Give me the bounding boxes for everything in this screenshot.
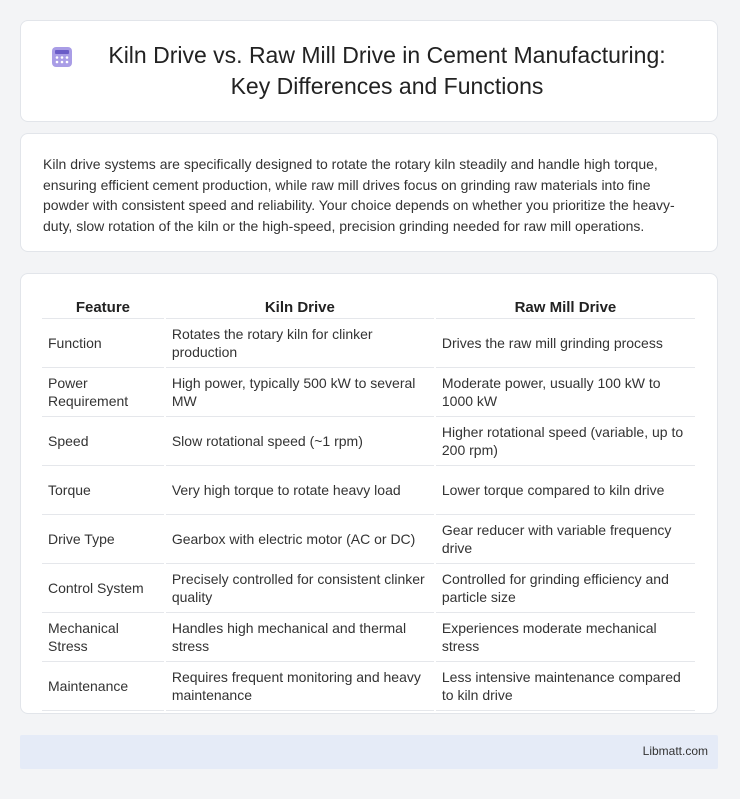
kiln-drive-cell: Precisely controlled for consistent clin…: [165, 564, 434, 613]
comparison-table: Feature Kiln Drive Raw Mill Drive Functi…: [40, 294, 697, 711]
table-row: Drive Type Gearbox with electric motor (…: [42, 515, 695, 564]
table-row: Function Rotates the rotary kiln for cli…: [42, 319, 695, 368]
page-title: Kiln Drive vs. Raw Mill Drive in Cement …: [108, 42, 666, 99]
raw-mill-drive-cell: Lower torque compared to kiln drive: [435, 466, 695, 515]
intro-paragraph: Kiln drive systems are specifically desi…: [43, 156, 675, 234]
intro-card: Kiln drive systems are specifically desi…: [20, 133, 718, 252]
feature-cell: Speed: [42, 417, 164, 466]
feature-cell: Drive Type: [42, 515, 164, 564]
feature-cell: Mechanical Stress: [42, 613, 164, 662]
table-row: Torque Very high torque to rotate heavy …: [42, 466, 695, 515]
feature-cell: Function: [42, 319, 164, 368]
kiln-drive-cell: Handles high mechanical and thermal stre…: [165, 613, 434, 662]
kiln-drive-cell: High power, typically 500 kW to several …: [165, 368, 434, 417]
kiln-drive-cell: Requires frequent monitoring and heavy m…: [165, 662, 434, 711]
raw-mill-drive-cell: Less intensive maintenance compared to k…: [435, 662, 695, 711]
table-row: Mechanical Stress Handles high mechanica…: [42, 613, 695, 662]
feature-cell: Maintenance: [42, 662, 164, 711]
table-row: Speed Slow rotational speed (~1 rpm) Hig…: [42, 417, 695, 466]
raw-mill-drive-cell: Higher rotational speed (variable, up to…: [435, 417, 695, 466]
calculator-icon: [52, 47, 72, 67]
raw-mill-drive-cell: Moderate power, usually 100 kW to 1000 k…: [435, 368, 695, 417]
header-feature: Feature: [42, 294, 164, 319]
table-row: Control System Precisely controlled for …: [42, 564, 695, 613]
comparison-table-card: Feature Kiln Drive Raw Mill Drive Functi…: [20, 273, 718, 714]
feature-cell: Control System: [42, 564, 164, 613]
kiln-drive-cell: Rotates the rotary kiln for clinker prod…: [165, 319, 434, 368]
table-row: Power Requirement High power, typically …: [42, 368, 695, 417]
raw-mill-drive-cell: Drives the raw mill grinding process: [435, 319, 695, 368]
raw-mill-drive-cell: Gear reducer with variable frequency dri…: [435, 515, 695, 564]
kiln-drive-cell: Very high torque to rotate heavy load: [165, 466, 434, 515]
raw-mill-drive-cell: Experiences moderate mechanical stress: [435, 613, 695, 662]
table-header-row: Feature Kiln Drive Raw Mill Drive: [42, 294, 695, 319]
kiln-drive-cell: Slow rotational speed (~1 rpm): [165, 417, 434, 466]
footer-site-link[interactable]: Libmatt.com: [643, 744, 708, 758]
header-raw-mill-drive: Raw Mill Drive: [435, 294, 695, 319]
title-card: Kiln Drive vs. Raw Mill Drive in Cement …: [20, 20, 718, 122]
feature-cell: Torque: [42, 466, 164, 515]
table-row: Maintenance Requires frequent monitoring…: [42, 662, 695, 711]
title-wrap: Kiln Drive vs. Raw Mill Drive in Cement …: [21, 40, 717, 102]
footer-bar: Libmatt.com: [20, 735, 718, 769]
raw-mill-drive-cell: Controlled for grinding efficiency and p…: [435, 564, 695, 613]
feature-cell: Power Requirement: [42, 368, 164, 417]
kiln-drive-cell: Gearbox with electric motor (AC or DC): [165, 515, 434, 564]
header-kiln-drive: Kiln Drive: [165, 294, 434, 319]
